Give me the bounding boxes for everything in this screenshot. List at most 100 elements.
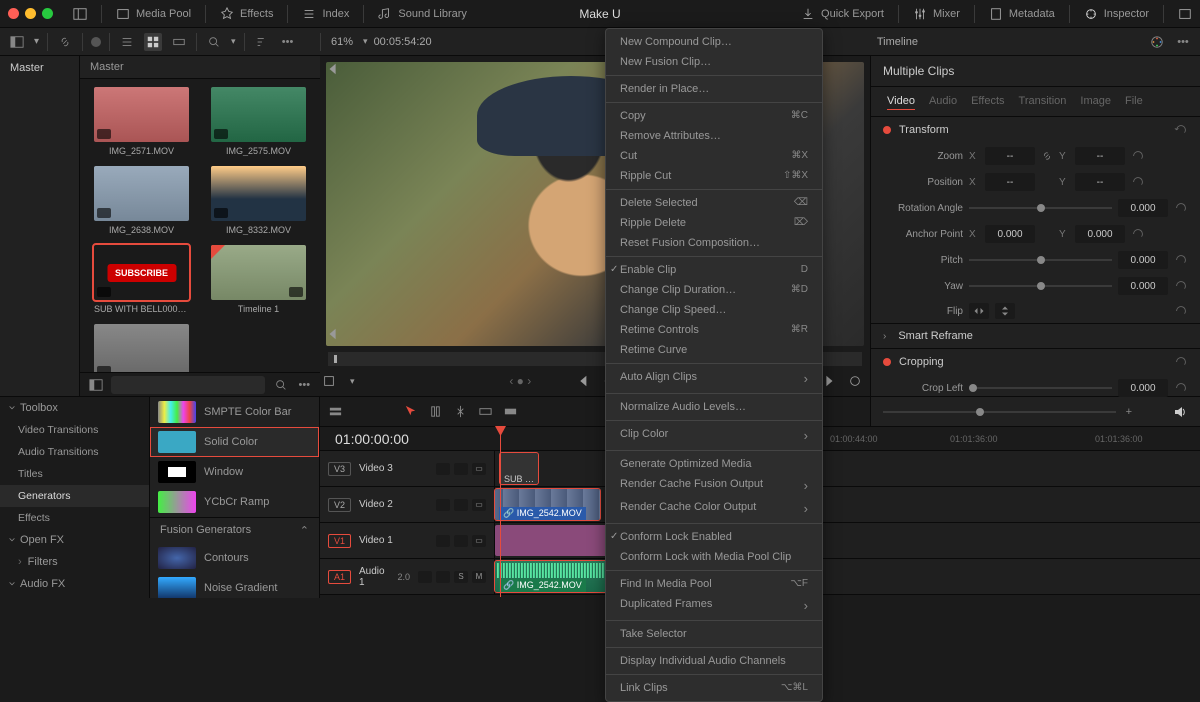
track-body[interactable]: [495, 523, 1200, 558]
media-clip[interactable]: IMG_8332.MOV: [205, 166, 312, 235]
menu-item[interactable]: Retime Curve: [606, 340, 822, 360]
menu-item[interactable]: Cut⌘X: [606, 146, 822, 166]
menu-item[interactable]: Reset Fusion Composition…: [606, 233, 822, 253]
selection-tool-icon[interactable]: [403, 404, 418, 419]
grid-view-icon[interactable]: [144, 33, 162, 51]
metadata-tab[interactable]: Metadata: [989, 7, 1055, 21]
search-icon[interactable]: [205, 33, 223, 51]
menu-item[interactable]: ✓Enable ClipD: [606, 260, 822, 280]
minimize-window[interactable]: [25, 8, 36, 19]
prev-clip-icon[interactable]: [326, 62, 340, 79]
transform-section[interactable]: Transform: [871, 117, 1200, 143]
menu-item[interactable]: Retime Controls⌘R: [606, 320, 822, 340]
color-dot[interactable]: [91, 37, 101, 47]
flip-h-button[interactable]: [969, 303, 989, 319]
menu-item[interactable]: Clip Color: [606, 424, 822, 447]
rotation-value[interactable]: [1118, 199, 1168, 217]
smart-reframe-section[interactable]: ›Smart Reframe: [871, 324, 1200, 348]
effects-tab[interactable]: Effects: [220, 7, 273, 21]
menu-item[interactable]: Change Clip Speed…: [606, 300, 822, 320]
search-icon[interactable]: [273, 376, 288, 394]
zoom-percent[interactable]: 61%: [321, 36, 363, 48]
menu-item[interactable]: Auto Align Clips: [606, 367, 822, 390]
sound-library-tab[interactable]: Sound Library: [378, 7, 467, 21]
layout-icon[interactable]: [73, 7, 87, 21]
media-clip[interactable]: IMG_2571.MOV: [88, 87, 195, 156]
search-input[interactable]: [111, 376, 265, 394]
media-clip[interactable]: IMG_2638.MOV: [88, 166, 195, 235]
track-control[interactable]: [436, 535, 450, 547]
generators[interactable]: Generators: [0, 485, 149, 507]
pitch-slider[interactable]: [969, 251, 1112, 269]
menu-item[interactable]: Remove Attributes…: [606, 126, 822, 146]
overwrite-tool-icon[interactable]: [503, 404, 518, 419]
menu-item[interactable]: Change Clip Duration…⌘D: [606, 280, 822, 300]
rotation-slider[interactable]: [969, 199, 1112, 217]
tab-transition[interactable]: Transition: [1019, 93, 1067, 110]
strip-view-icon[interactable]: [170, 33, 188, 51]
first-frame-icon[interactable]: [575, 374, 589, 388]
track-control[interactable]: [436, 463, 450, 475]
track-control[interactable]: [454, 499, 468, 511]
volume-icon[interactable]: [1172, 404, 1188, 420]
davinci-logo-icon[interactable]: [1148, 33, 1166, 51]
fullscreen-icon[interactable]: [1178, 7, 1192, 21]
track-control[interactable]: S: [454, 571, 468, 583]
flip-v-button[interactable]: [995, 303, 1015, 319]
track-control[interactable]: [436, 571, 450, 583]
menu-item[interactable]: Delete Selected⌫: [606, 193, 822, 213]
toolbox-group[interactable]: Toolbox: [0, 397, 149, 419]
master-bin[interactable]: Master: [0, 56, 79, 80]
video-transitions[interactable]: Video Transitions: [0, 419, 149, 441]
track-control[interactable]: ▭: [472, 463, 486, 475]
next-clip-icon[interactable]: [822, 374, 836, 388]
track-control[interactable]: [436, 499, 450, 511]
options-icon[interactable]: •••: [1174, 33, 1192, 51]
gen-solid-color[interactable]: Solid Color: [150, 427, 319, 457]
menu-item[interactable]: New Compound Clip…: [606, 32, 822, 52]
sort-icon[interactable]: [253, 33, 271, 51]
yaw-slider[interactable]: [969, 277, 1112, 295]
menu-item[interactable]: Render in Place…: [606, 79, 822, 99]
gen-smpte[interactable]: SMPTE Color Bar: [150, 397, 319, 427]
track-body[interactable]: 🔗 IMG_2542.MOV: [495, 487, 1200, 522]
crop-icon[interactable]: [320, 372, 338, 390]
menu-item[interactable]: Ripple Delete⌦: [606, 213, 822, 233]
timeline-view-icon[interactable]: [328, 404, 343, 419]
timeline-timecode[interactable]: 01:00:00:00: [335, 431, 409, 447]
prev-clip-icon[interactable]: [326, 327, 340, 344]
blade-tool-icon[interactable]: [453, 404, 468, 419]
audiofx-group[interactable]: Audio FX: [0, 573, 149, 595]
menu-item[interactable]: New Fusion Clip…: [606, 52, 822, 72]
close-window[interactable]: [8, 8, 19, 19]
menu-item[interactable]: ✓Conform Lock Enabled: [606, 527, 822, 547]
track-control[interactable]: [418, 571, 432, 583]
insert-tool-icon[interactable]: [478, 404, 493, 419]
loop-icon[interactable]: [848, 374, 862, 388]
pitch-value[interactable]: [1118, 251, 1168, 269]
quick-export-tab[interactable]: Quick Export: [801, 7, 884, 21]
filters[interactable]: ›Filters: [0, 551, 149, 573]
timeline-clip[interactable]: SUB …: [500, 453, 538, 484]
list-view-icon[interactable]: [118, 33, 136, 51]
gen-ycbcr[interactable]: YCbCr Ramp: [150, 487, 319, 517]
menu-item[interactable]: Display Individual Audio Channels: [606, 651, 822, 671]
reset-icon[interactable]: [1131, 149, 1145, 163]
fusion-generators-header[interactable]: Fusion Generators⌃: [150, 517, 319, 543]
options-icon[interactable]: •••: [297, 376, 312, 394]
options-icon[interactable]: •••: [279, 33, 297, 51]
media-clip[interactable]: SUBSCRIBESUB WITH BELL0000…: [88, 245, 195, 314]
track-control[interactable]: ▭: [472, 535, 486, 547]
mixer-tab[interactable]: Mixer: [913, 7, 960, 21]
titles[interactable]: Titles: [0, 463, 149, 485]
yaw-value[interactable]: [1118, 277, 1168, 295]
timeline-clip[interactable]: 🔗 IMG_2542.MOV: [495, 489, 600, 520]
menu-item[interactable]: Normalize Audio Levels…: [606, 397, 822, 417]
track-control[interactable]: [454, 535, 468, 547]
menu-item[interactable]: Render Cache Color Output: [606, 497, 822, 520]
link-icon[interactable]: [1041, 150, 1053, 162]
zoom-y[interactable]: [1075, 147, 1125, 165]
effects-item[interactable]: Effects: [0, 507, 149, 529]
cropleft-value[interactable]: [1118, 379, 1168, 397]
pos-y[interactable]: [1075, 173, 1125, 191]
